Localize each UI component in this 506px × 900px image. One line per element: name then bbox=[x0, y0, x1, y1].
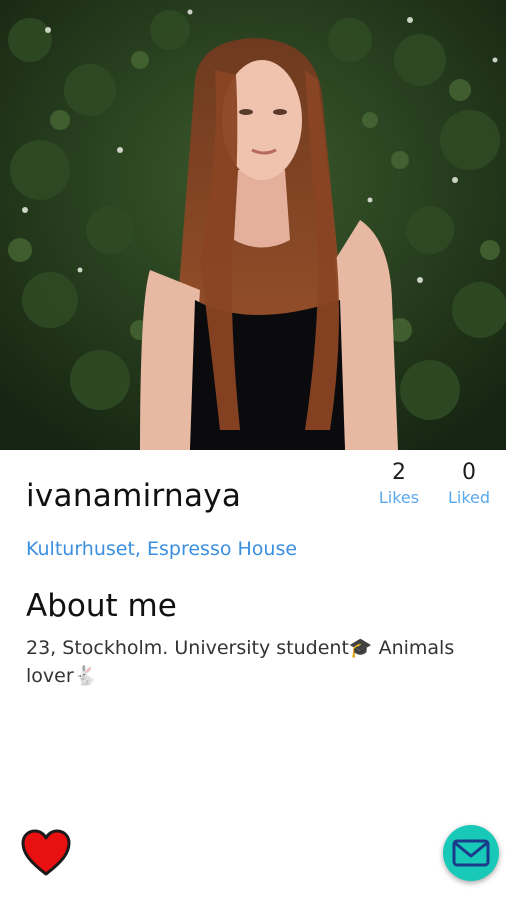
liked-label: Liked bbox=[447, 488, 491, 507]
liked-count: 0 bbox=[462, 460, 476, 485]
like-button[interactable] bbox=[20, 828, 72, 878]
location-link[interactable]: Kulturhuset, Espresso House bbox=[26, 538, 297, 560]
likes-stat[interactable]: 2 Likes bbox=[364, 458, 434, 510]
mail-icon bbox=[452, 839, 490, 867]
heart-icon bbox=[21, 829, 71, 876]
about-title: About me bbox=[26, 588, 177, 624]
username: ivanamirnaya bbox=[26, 478, 242, 514]
likes-count: 2 bbox=[392, 460, 406, 485]
profile-photo bbox=[0, 0, 506, 450]
liked-stat[interactable]: 0 Liked bbox=[434, 458, 504, 510]
about-text: 23, Stockholm. University student🎓 Anima… bbox=[26, 637, 455, 687]
message-button[interactable] bbox=[443, 825, 499, 881]
likes-label: Likes bbox=[378, 488, 420, 507]
